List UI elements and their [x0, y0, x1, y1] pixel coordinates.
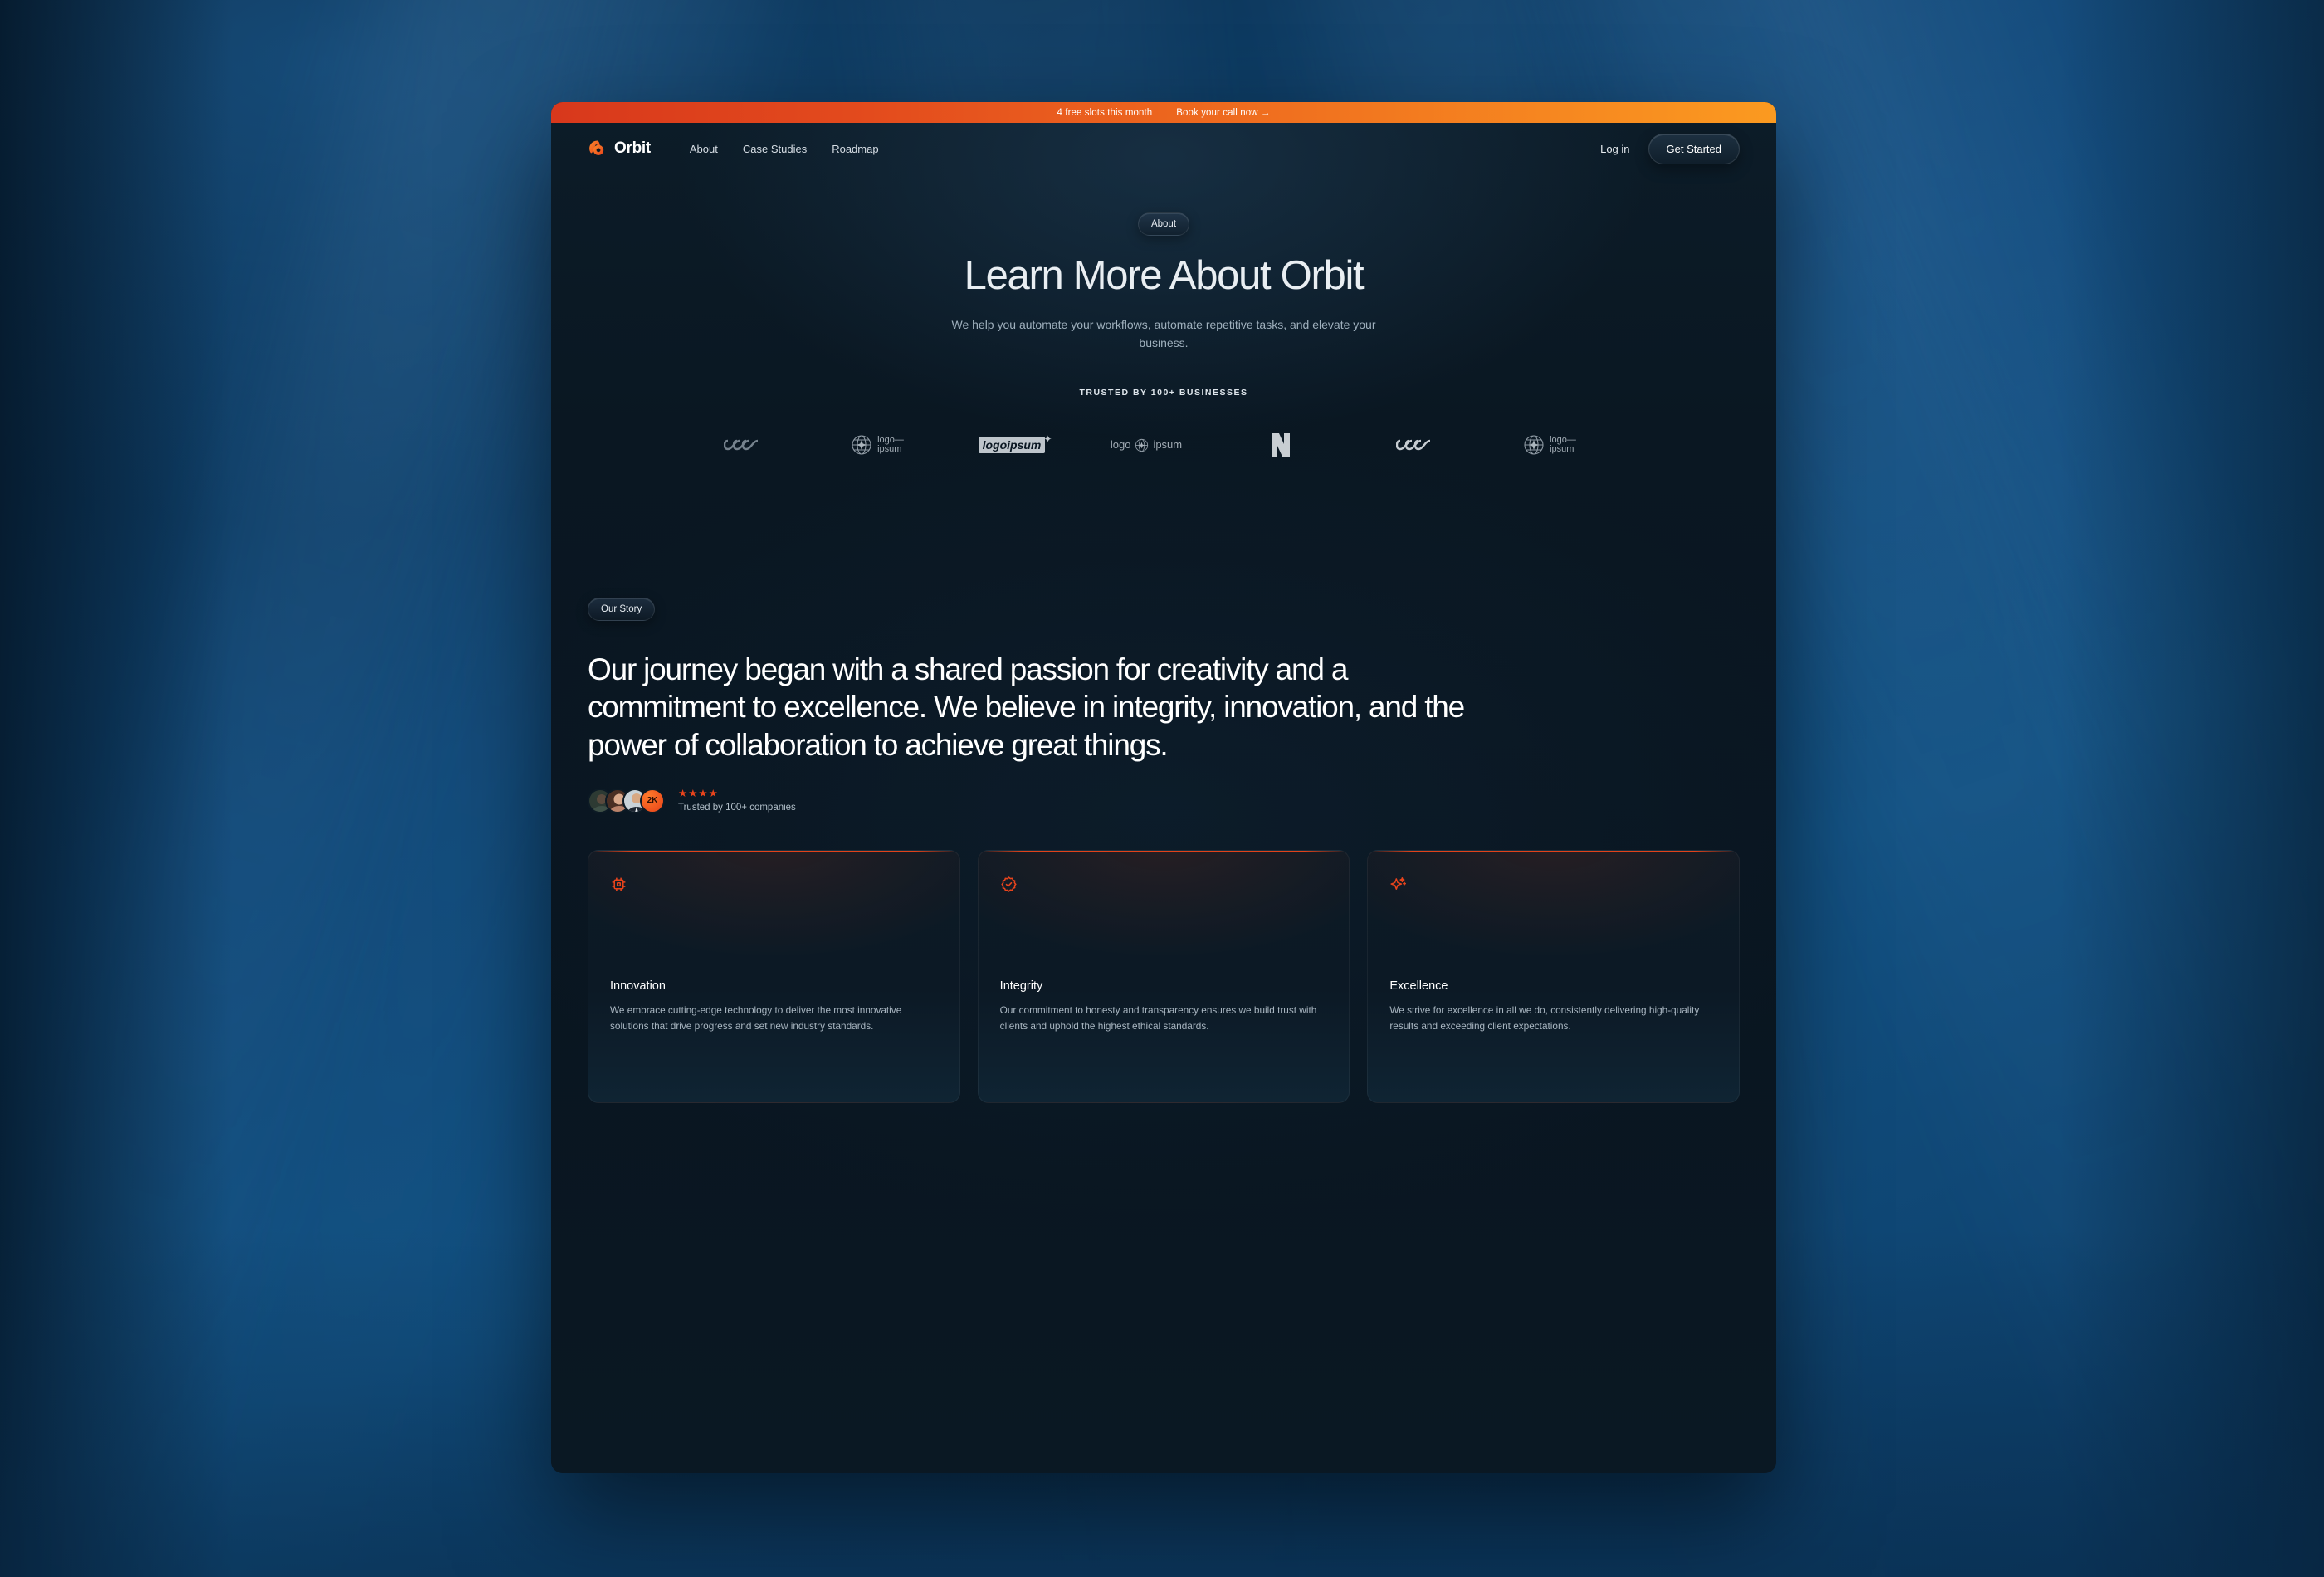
- client-logo-strip: logo— ipsum logoipsum ✦ logo ipsum logo—…: [551, 419, 1776, 471]
- globe-logo-icon-3: [1524, 435, 1544, 455]
- header-actions: Log in Get Started: [1600, 133, 1740, 164]
- hero-section: About Learn More About Orbit We help you…: [551, 174, 1776, 398]
- announcement-cta-link[interactable]: Book your call now →: [1176, 108, 1270, 118]
- primary-nav: About Case Studies Roadmap: [690, 143, 879, 155]
- nav-link-about[interactable]: About: [690, 143, 718, 155]
- client-logo-7: logo— ipsum: [1482, 434, 1617, 456]
- client-logo-4-right: ipsum: [1153, 438, 1183, 452]
- brand-name: Orbit: [614, 139, 651, 157]
- card-body: We embrace cutting-edge technology to de…: [610, 1003, 902, 1032]
- client-logo-1: [676, 437, 810, 452]
- infinity-loop-logo-icon-2: [1396, 440, 1431, 451]
- card-title: Innovation: [610, 979, 666, 993]
- orbit-logo-icon: [589, 140, 604, 155]
- brand[interactable]: Orbit: [588, 139, 651, 159]
- client-logo-3: logoipsum ✦: [945, 433, 1079, 454]
- value-card-excellence[interactable]: Excellence We strive for excellence in a…: [1367, 849, 1741, 1103]
- page-title: Learn More About Orbit: [964, 253, 1365, 298]
- our-story-section: Our Story Our journey began with a share…: [551, 500, 1776, 1103]
- client-logo-2-line2: ipsum: [877, 444, 902, 455]
- avatar-count-badge: 2K: [640, 788, 665, 813]
- get-started-button[interactable]: Get Started: [1648, 133, 1740, 164]
- card-accent-line: [978, 850, 1350, 852]
- client-logo-3-accent-icon: ✦: [1043, 433, 1052, 446]
- globe-logo-icon-2: [1135, 438, 1149, 452]
- badge-check-icon: [1000, 876, 1017, 892]
- hero-subtitle: We help you automate your workflows, aut…: [951, 317, 1376, 349]
- n-monogram-logo-icon: [1272, 433, 1290, 457]
- client-logo-2: logo— ipsum: [810, 434, 945, 456]
- value-card-integrity[interactable]: Integrity Our commitment to honesty and …: [977, 849, 1350, 1103]
- card-accent-line: [1368, 850, 1740, 852]
- card-title: Excellence: [1389, 979, 1448, 993]
- nav-link-roadmap[interactable]: Roadmap: [832, 143, 878, 155]
- announcement-bar[interactable]: 4 free slots this month Book your call n…: [551, 102, 1776, 123]
- infinity-loop-logo-icon: [724, 440, 759, 451]
- value-card-innovation[interactable]: Innovation We embrace cutting-edge techn…: [588, 849, 960, 1103]
- card-body: We strive for excellence in all we do, c…: [1389, 1003, 1700, 1032]
- trusted-by-label: TRUSTED BY 100+ BUSINESSES: [1079, 388, 1248, 398]
- avatar-group: 2K: [588, 788, 665, 813]
- our-story-badge: Our Story: [588, 598, 656, 622]
- card-body: Our commitment to honesty and transparen…: [999, 1003, 1317, 1032]
- hero-badge: About: [1137, 212, 1190, 236]
- social-proof: 2K ★★★★ Trusted by 100+ companies: [588, 788, 1740, 813]
- announcement-message: 4 free slots this month: [1057, 107, 1153, 118]
- our-story-heading: Our journey began with a shared passion …: [588, 652, 1465, 762]
- client-logo-4-left: logo: [1110, 438, 1131, 452]
- client-logo-5: [1213, 432, 1348, 458]
- sparkle-icon: [1390, 876, 1407, 890]
- social-proof-caption: Trusted by 100+ companies: [678, 803, 796, 813]
- cpu-chip-icon: [612, 877, 626, 891]
- nav-link-case-studies[interactable]: Case Studies: [743, 143, 807, 155]
- log-in-link[interactable]: Log in: [1600, 143, 1629, 155]
- social-proof-text-block: ★★★★ Trusted by 100+ companies: [678, 788, 796, 813]
- card-title: Integrity: [999, 979, 1043, 993]
- client-logo-7-line2: ipsum: [1550, 444, 1575, 455]
- value-cards: Innovation We embrace cutting-edge techn…: [588, 849, 1741, 1103]
- client-logo-3-wordmark: logoipsum: [978, 437, 1046, 454]
- site-header: Orbit About Case Studies Roadmap Log in …: [551, 123, 1776, 174]
- client-logo-6: [1348, 437, 1482, 452]
- globe-logo-icon: [852, 435, 872, 455]
- rating-stars: ★★★★: [678, 787, 719, 799]
- website-preview-card: 4 free slots this month Book your call n…: [551, 102, 1776, 1473]
- client-logo-4: logo ipsum: [1079, 438, 1213, 452]
- card-accent-line: [588, 850, 959, 852]
